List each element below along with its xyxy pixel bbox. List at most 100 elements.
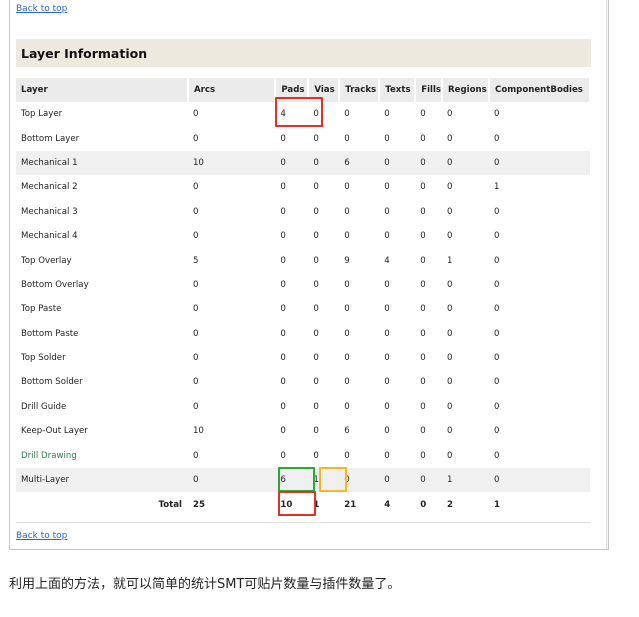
layer-name: Bottom Solder [21, 377, 83, 388]
fills-cell: 0 [420, 231, 426, 242]
table-header-row: Layer Arcs Pads Vias Tracks Texts Fills … [16, 78, 591, 102]
report-frame: Back to top Layer Information Layer Arcs… [9, 0, 609, 550]
layer-name: Top Paste [21, 304, 62, 315]
bodies-cell: 0 [494, 426, 500, 437]
arcs-cell: 0 [192, 109, 199, 120]
column-header: Vias [308, 78, 341, 102]
table-row: Drill Guide 0 0 0 0 0 0 0 0 [16, 395, 590, 419]
pads-cell: 0 [280, 279, 286, 290]
arcs-cell: 0 [192, 328, 199, 339]
back-to-top-link-bottom[interactable]: Back to top [16, 531, 67, 541]
column-header: Layer [16, 78, 189, 102]
layer-name: Drill Drawing [21, 450, 77, 461]
layer-name: Mechanical 1 [16, 150, 188, 176]
vias-cell: 0 [313, 231, 319, 242]
column-header: Texts [379, 78, 417, 102]
column-header: Regions [442, 78, 491, 102]
total-fills: 0 [420, 499, 427, 510]
regions-cell: 0 [447, 401, 453, 412]
vertical-scrollbar[interactable] [606, 0, 608, 549]
bodies-cell: 0 [494, 255, 500, 266]
pads-cell: 6 [275, 467, 309, 493]
regions-cell: 0 [447, 353, 453, 364]
table-row: Top Solder 0 0 0 0 0 0 0 0 [16, 346, 590, 370]
pads-cell: 4 [280, 109, 286, 120]
column-header: Arcs [187, 78, 277, 102]
bodies-cell: 0 [494, 353, 500, 364]
tracks-cell: 0 [344, 401, 350, 412]
fills-cell: 0 [420, 328, 426, 339]
bodies-cell: 1 [494, 182, 500, 193]
table-row: Drill Drawing 0 0 0 0 0 0 0 0 [16, 443, 590, 467]
texts-cell: 0 [384, 182, 390, 193]
fills-cell: 0 [420, 353, 426, 364]
arcs-cell: 0 [192, 231, 199, 242]
arcs-cell: 5 [192, 255, 199, 266]
pads-cell: 0 [280, 255, 286, 266]
pads-cell: 0 [280, 182, 286, 193]
table-row: Bottom Solder 0 0 0 0 0 0 0 0 [16, 370, 590, 394]
bodies-cell: 0 [489, 150, 590, 176]
arcs-cell: 0 [192, 353, 199, 364]
regions-cell: 0 [447, 328, 453, 339]
pads-cell: 0 [280, 304, 286, 315]
arcs-cell: 0 [192, 279, 199, 290]
fills-cell: 0 [420, 109, 426, 120]
column-header: Pads [275, 78, 310, 102]
bodies-cell: 0 [494, 279, 500, 290]
regions-cell: 0 [447, 109, 453, 120]
texts-cell: 0 [384, 304, 390, 315]
pads-cell: 0 [280, 377, 286, 388]
tracks-cell: 0 [344, 231, 350, 242]
pads-cell: 0 [280, 450, 286, 461]
arcs-cell: 0 [187, 467, 276, 493]
back-to-top-link[interactable]: Back to top [16, 4, 67, 14]
total-bodies: 1 [494, 499, 500, 510]
regions-cell: 0 [447, 450, 453, 461]
tracks-cell: 0 [344, 109, 350, 120]
bodies-cell: 0 [489, 467, 590, 493]
table-row: Top Overlay 5 0 0 9 4 0 1 0 [16, 248, 590, 272]
fills-cell: 0 [420, 401, 426, 412]
column-header: ComponentBodies [489, 78, 591, 102]
bodies-cell: 0 [494, 231, 500, 242]
tracks-cell: 0 [344, 182, 350, 193]
table-row: Top Paste 0 0 0 0 0 0 0 0 [16, 297, 590, 321]
vias-cell: 0 [313, 304, 319, 315]
total-vias: 1 [313, 499, 320, 510]
fills-cell: 0 [420, 255, 426, 266]
table-row: Mechanical 1 10 0 0 6 0 0 0 0 [16, 150, 590, 176]
bodies-cell: 0 [494, 328, 500, 339]
texts-cell: 0 [384, 133, 390, 144]
texts-cell: 4 [384, 255, 390, 266]
caption-text: 利用上面的方法，就可以简单的统计SMT可贴片数量与插件数量了。 [9, 577, 401, 592]
vias-cell: 0 [313, 328, 319, 339]
texts-cell: 0 [384, 328, 390, 339]
column-header: Tracks [339, 78, 381, 102]
texts-cell: 0 [384, 353, 390, 364]
table-row: Mechanical 3 0 0 0 0 0 0 0 0 [16, 200, 590, 224]
fills-cell: 0 [420, 377, 426, 388]
column-header: Fills [415, 78, 444, 102]
table-row: Keep-Out Layer 10 0 0 6 0 0 0 0 [16, 419, 590, 443]
tracks-cell: 0 [344, 328, 350, 339]
arcs-cell: 10 [192, 426, 204, 437]
bodies-cell: 0 [494, 206, 500, 217]
arcs-cell: 10 [187, 150, 276, 176]
texts-cell: 0 [384, 206, 390, 217]
layer-table: Layer Arcs Pads Vias Tracks Texts Fills … [16, 78, 591, 517]
fills-cell: 0 [420, 133, 426, 144]
total-arcs: 25 [192, 499, 205, 510]
tracks-cell: 0 [344, 377, 350, 388]
vias-cell: 0 [313, 182, 319, 193]
table-row: Mechanical 4 0 0 0 0 0 0 0 0 [16, 224, 590, 248]
table-row: Top Layer 0 4 0 0 0 0 0 0 [16, 102, 590, 126]
layer-name: Bottom Layer [21, 133, 80, 144]
total-pads: 10 [280, 499, 293, 510]
table-bottom-divider [16, 522, 591, 523]
regions-cell: 0 [447, 133, 453, 144]
texts-cell: 0 [384, 450, 390, 461]
arcs-cell: 0 [192, 450, 199, 461]
total-row: Total 25 10 1 21 4 0 2 1 [16, 492, 590, 517]
fills-cell: 0 [420, 304, 426, 315]
